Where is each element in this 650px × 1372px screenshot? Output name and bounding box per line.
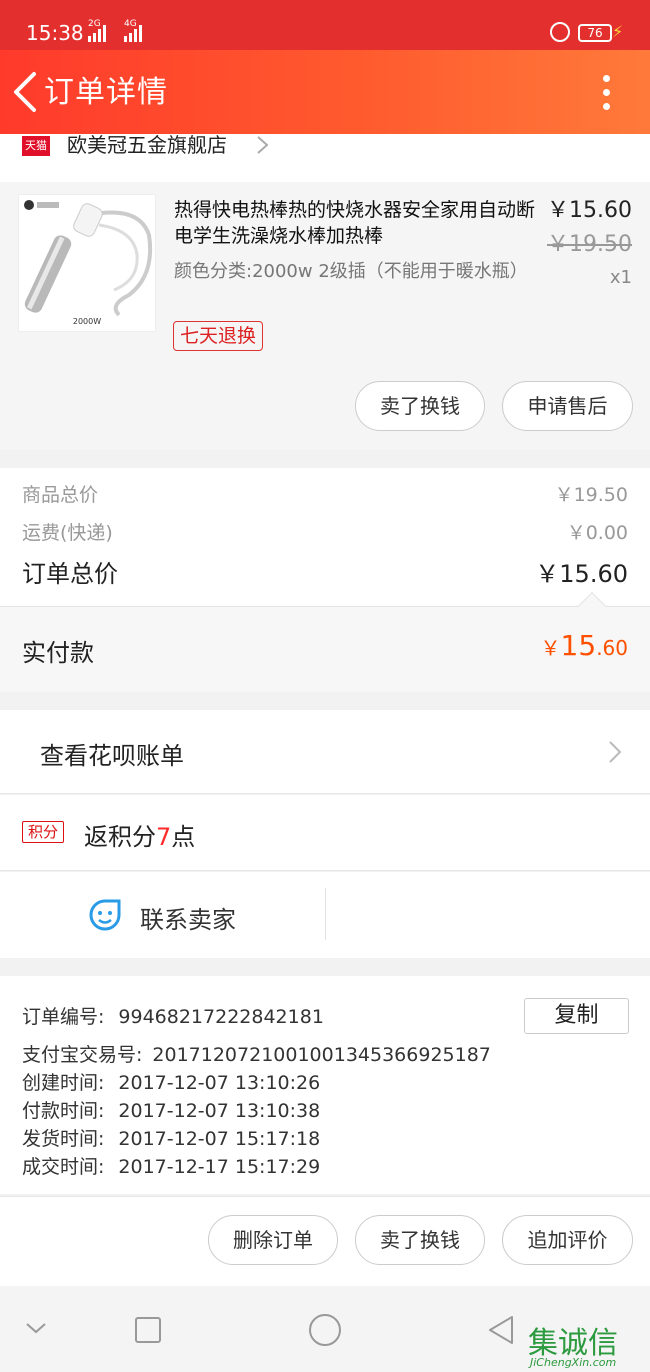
order-number-row: 订单编号: 99468217222842181 [22, 1006, 324, 1028]
shop-row[interactable]: 天猫 欧美冠五金旗舰店 [0, 134, 650, 182]
home-circle-icon[interactable] [308, 1313, 342, 1347]
product-name[interactable]: 热得快电热棒热的快烧水器安全家用自动断电学生洗澡烧水棒加热棒 [174, 197, 536, 249]
completed-time-row: 成交时间: 2017-12-17 15:17:29 [22, 1156, 321, 1178]
chevron-down-icon[interactable] [24, 1320, 48, 1336]
page-title: 订单详情 [44, 75, 168, 110]
quantity: x1 [609, 267, 632, 288]
actual-payment-row: 实付款 ￥15.60 [0, 591, 650, 692]
app-header: 订单详情 [0, 50, 650, 134]
divider [325, 888, 326, 940]
alipay-number-row: 支付宝交易号: 2017120721001001345366925187 [22, 1044, 491, 1066]
watermark-logo: 集诚信 JiChengXin.com [528, 1326, 618, 1369]
sell-for-cash-button[interactable]: 卖了换钱 [355, 1215, 485, 1265]
chevron-right-icon [609, 741, 622, 763]
price-summary: 商品总价 ￥19.50 运费(快递) ￥0.00 订单总价 ￥15.60 [0, 468, 650, 606]
paid-time-row: 付款时间: 2017-12-07 13:10:38 [22, 1100, 321, 1122]
charging-icon: ⚡ [612, 22, 624, 41]
created-time-row: 创建时间: 2017-12-07 13:10:26 [22, 1072, 321, 1094]
tmall-badge: 天猫 [22, 136, 50, 156]
actual-payment-value: ￥15.60 [540, 629, 628, 662]
back-triangle-icon[interactable] [486, 1314, 516, 1346]
add-review-button[interactable]: 追加评价 [502, 1215, 633, 1265]
sell-for-cash-button[interactable]: 卖了换钱 [355, 381, 485, 431]
delete-order-button[interactable]: 删除订单 [208, 1215, 338, 1265]
lock-icon [550, 22, 570, 42]
contact-row: 联系卖家 [0, 872, 650, 958]
points-text: 返积分7点 [84, 823, 196, 851]
product-spec: 颜色分类:2000w 2级插（不能用于暖水瓶） [174, 261, 528, 282]
after-sale-button[interactable]: 申请售后 [502, 381, 633, 431]
status-time: 15:38 [26, 21, 84, 45]
product-thumbnail[interactable]: 2000W [18, 194, 156, 332]
huabei-bill-label: 查看花呗账单 [40, 742, 184, 770]
signal-icon-sim1: 2G [88, 19, 106, 42]
huabei-bill-row[interactable]: 查看花呗账单 [0, 710, 650, 794]
shipped-time-row: 发货时间: 2017-12-07 15:17:18 [22, 1128, 321, 1150]
svg-text:2000W: 2000W [73, 317, 101, 326]
seven-day-return-tag: 七天退换 [173, 321, 264, 351]
status-bar: 15:38 2G 4G 76 ⚡ [0, 0, 650, 50]
actual-payment-label: 实付款 [22, 639, 94, 667]
original-price: ￥19.50 [547, 232, 632, 257]
chevron-right-icon [257, 136, 269, 154]
signal-icon-sim2: 4G [124, 19, 142, 42]
points-row: 积分 返积分7点 [0, 795, 650, 871]
contact-seller-button[interactable]: 联系卖家 [140, 900, 236, 935]
copy-button[interactable]: 复制 [524, 998, 629, 1034]
chat-bubble-icon [89, 899, 121, 931]
unit-price: ￥15.60 [547, 198, 632, 223]
bottom-actions: 删除订单 卖了换钱 追加评价 [0, 1196, 650, 1286]
shop-name[interactable]: 欧美冠五金旗舰店 [67, 134, 227, 156]
more-menu-icon[interactable] [596, 72, 616, 112]
order-item[interactable]: 2000W 热得快电热棒热的快烧水器安全家用自动断电学生洗澡烧水棒加热棒 颜色分… [0, 182, 650, 450]
back-arrow-icon[interactable] [8, 70, 48, 114]
battery-icon: 76 [578, 24, 612, 42]
heater-rod-image: 2000W [24, 200, 153, 326]
order-info: 订单编号: 99468217222842181 复制 支付宝交易号: 2017120… [0, 976, 650, 1194]
recents-square-icon[interactable] [134, 1316, 162, 1344]
points-badge: 积分 [22, 821, 64, 843]
